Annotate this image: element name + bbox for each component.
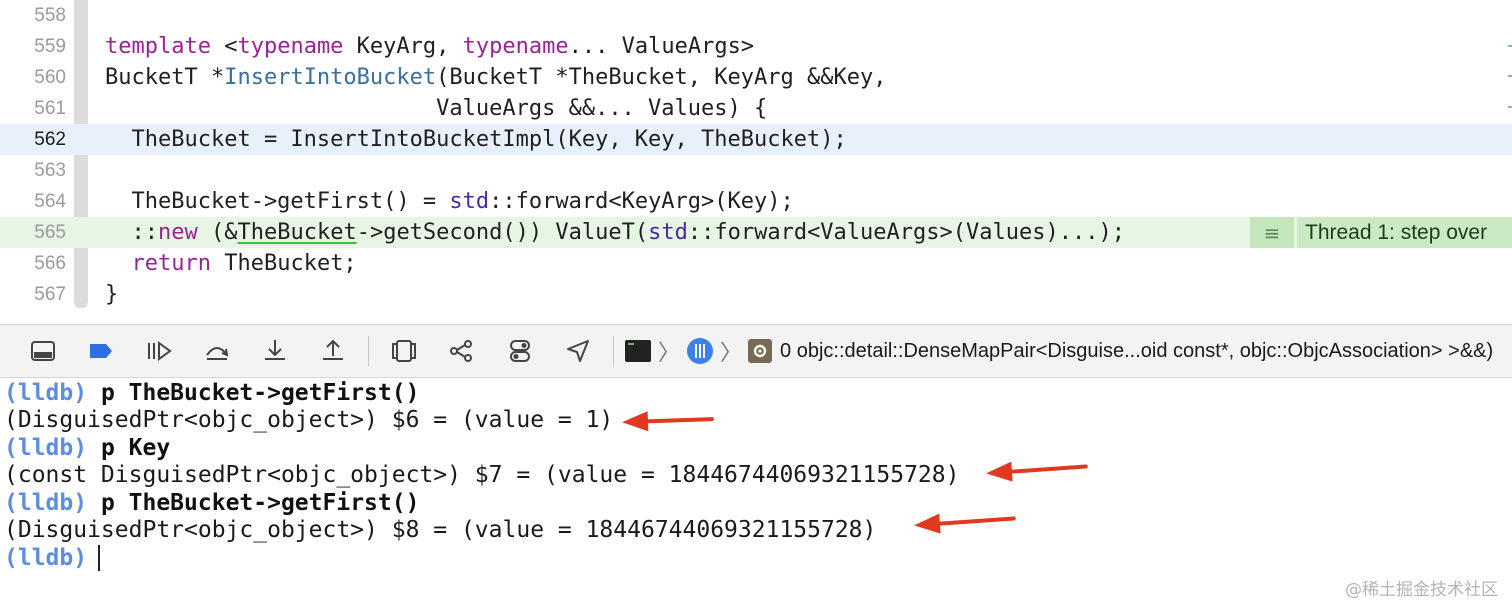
lines-icon[interactable]: ≡	[1250, 217, 1294, 248]
hide-debug-area-button[interactable]	[14, 324, 72, 378]
watermark: @稀土掘金技术社区	[1345, 580, 1498, 600]
lldb-prompt: (lldb)	[4, 490, 88, 516]
minimap-marker	[1508, 75, 1512, 77]
code-line[interactable]: 560 BucketT *InsertIntoBucket(BucketT *T…	[0, 62, 1512, 93]
annotation-arrow	[919, 516, 1016, 527]
code-text: }	[105, 282, 119, 307]
breakpoint-icon	[90, 344, 112, 358]
memory-graph-icon	[450, 340, 472, 362]
line-number: 558	[34, 5, 66, 26]
code-line-current[interactable]: 562 TheBucket = InsertIntoBucketImpl(Key…	[0, 124, 1512, 155]
console-line: (lldb) p TheBucket->getFirst()	[4, 379, 419, 407]
step-out-button[interactable]	[304, 324, 362, 378]
view-hierarchy-icon	[392, 340, 416, 362]
lldb-console[interactable]: (lldb) p TheBucket->getFirst() (Disguise…	[0, 378, 1512, 610]
thread-icon[interactable]	[686, 337, 714, 365]
line-number: 561	[34, 98, 66, 119]
minimap-marker	[1508, 106, 1512, 108]
step-into-button[interactable]	[246, 324, 304, 378]
toggles-icon	[510, 340, 530, 362]
debug-view-hierarchy-button[interactable]	[375, 324, 433, 378]
line-number: 566	[34, 253, 66, 274]
debug-toolbar: 〉 〉 0 objc::detail::DenseMapPair<Disguis…	[0, 324, 1512, 378]
code-line[interactable]: 564 TheBucket->getFirst() = std::forward…	[0, 186, 1512, 217]
thread-annotation-label[interactable]: Thread 1: step over	[1297, 217, 1512, 248]
lldb-prompt: (lldb)	[4, 380, 88, 406]
text-cursor	[98, 545, 100, 571]
location-arrow-icon	[567, 340, 589, 362]
console-line[interactable]: (lldb)	[4, 544, 101, 572]
simulate-location-button[interactable]	[549, 324, 607, 378]
stack-breadcrumb: 〉 〉 0 objc::detail::DenseMapPair<Disguis…	[620, 335, 1493, 367]
line-number: 564	[34, 191, 66, 212]
code-line[interactable]: 566 return TheBucket;	[0, 248, 1512, 279]
environment-overrides-button[interactable]	[491, 324, 549, 378]
console-line: (lldb) p TheBucket->getFirst()	[4, 489, 419, 517]
lldb-prompt: (lldb)	[4, 435, 88, 461]
code-text: return TheBucket;	[131, 251, 357, 276]
chevron-right-icon: 〉	[720, 341, 743, 366]
panel-bottom-icon	[31, 341, 55, 361]
step-out-icon	[323, 339, 343, 360]
annotation-arrow	[991, 464, 1088, 475]
console-output: (DisguisedPtr<objc_object>) $8 = (value …	[4, 517, 877, 543]
breakpoints-toggle-button[interactable]	[72, 324, 130, 378]
line-number: 563	[34, 160, 66, 181]
annotation-arrow	[627, 416, 715, 424]
lldb-command: p Key	[87, 435, 171, 461]
code-line[interactable]: 563	[0, 155, 1512, 186]
continue-icon	[148, 341, 172, 361]
minimap-marker	[1508, 45, 1512, 47]
console-line: (lldb) p Key	[4, 434, 170, 462]
code-line[interactable]: 561 ValueArgs &&... Values) {	[0, 93, 1512, 124]
line-number: 565	[34, 222, 66, 243]
lldb-prompt: (lldb)	[4, 545, 88, 571]
code-line[interactable]: 559 template <typename KeyArg, typename.…	[0, 31, 1512, 62]
code-line[interactable]: 567 }	[0, 279, 1512, 310]
line-number: 559	[34, 36, 66, 57]
terminal-icon[interactable]	[624, 339, 652, 363]
continue-button[interactable]	[130, 324, 188, 378]
code-text: TheBucket = InsertIntoBucketImpl(Key, Ke…	[105, 127, 847, 152]
toolbar-divider	[613, 336, 614, 366]
line-number: 560	[34, 67, 66, 88]
code-line[interactable]: 558	[0, 0, 1512, 31]
toolbar-divider	[368, 336, 369, 366]
code-text: ::new (&TheBucket->getSecond()) ValueT(s…	[105, 220, 1125, 245]
step-into-icon	[265, 340, 285, 360]
code-text: TheBucket->getFirst() = std::forward<Key…	[105, 189, 794, 214]
line-number: 562	[0, 124, 66, 155]
step-over-icon	[206, 347, 229, 360]
lldb-command: p TheBucket->getFirst()	[87, 490, 420, 516]
source-editor[interactable]: 558 559 template <typename KeyArg, typen…	[0, 0, 1512, 324]
console-output: (const DisguisedPtr<objc_object>) $7 = (…	[4, 462, 960, 488]
line-number: 567	[34, 284, 66, 305]
stack-frame-label[interactable]: 0 objc::detail::DenseMapPair<Disguise...…	[780, 340, 1493, 363]
console-output: (DisguisedPtr<objc_object>) $6 = (value …	[4, 407, 614, 433]
code-text: BucketT *InsertIntoBucket(BucketT *TheBu…	[105, 65, 887, 90]
thread-annotation[interactable]: ≡ Thread 1: step over	[1250, 217, 1512, 248]
code-text: template <typename KeyArg, typename... V…	[105, 34, 755, 59]
debug-memory-graph-button[interactable]	[433, 324, 491, 378]
gear-frame-icon[interactable]	[748, 339, 773, 363]
code-text: ValueArgs &&... Values) {	[105, 96, 768, 121]
chevron-right-icon: 〉	[658, 341, 681, 366]
step-over-button[interactable]	[188, 324, 246, 378]
lldb-command: p TheBucket->getFirst()	[87, 380, 420, 406]
